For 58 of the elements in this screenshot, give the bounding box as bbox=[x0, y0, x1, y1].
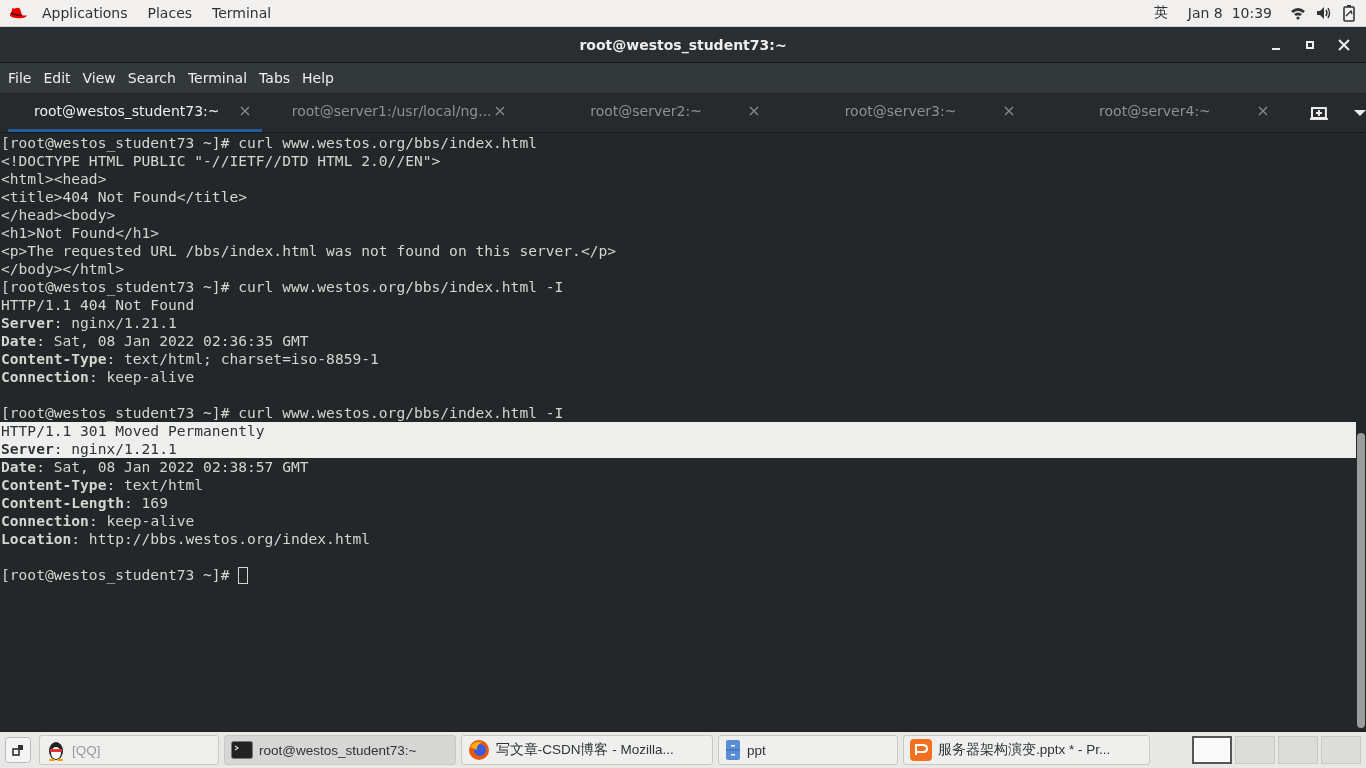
battery-icon[interactable] bbox=[1342, 4, 1356, 22]
top-menu[interactable]: Applications bbox=[32, 5, 138, 21]
text-cursor bbox=[238, 566, 249, 584]
maximize-icon[interactable] bbox=[1304, 39, 1316, 51]
taskbar-item[interactable]: 写文章-CSDN博客 - Mozilla... bbox=[460, 735, 714, 765]
terminal-line: <html><head> bbox=[0, 170, 108, 188]
terminal-line: [root@westos_student73 ~]# curl www.westos.org/bbs/index.html -I bbox=[0, 404, 565, 422]
terminal-line: </head><body> bbox=[0, 206, 117, 224]
menu-item[interactable]: Help bbox=[296, 70, 340, 86]
taskbar-item[interactable]: 服务器架构演变.pptx * - Pr... bbox=[903, 735, 1150, 765]
menu-item[interactable]: Search bbox=[121, 70, 182, 86]
window-title: root@westos_student73:~ bbox=[579, 36, 787, 53]
wifi-icon[interactable] bbox=[1290, 6, 1306, 20]
menu-item[interactable]: View bbox=[76, 70, 122, 86]
terminal-icon bbox=[231, 741, 253, 759]
terminal-line: Connection: keep-alive bbox=[0, 368, 196, 386]
top-menu[interactable]: Terminal bbox=[202, 5, 282, 21]
file-cabinet-icon bbox=[725, 739, 742, 761]
terminal-line: </body></html> bbox=[0, 260, 125, 278]
terminal-line: <h1>Not Found</h1> bbox=[0, 224, 161, 242]
menu-item[interactable]: Edit bbox=[37, 70, 77, 86]
terminal-line: Content-Type: text/html; charset=iso-8859-1 bbox=[0, 350, 380, 368]
terminal-line: Location: http://bbs.westos.org/index.html bbox=[0, 530, 372, 548]
menu-item[interactable]: Terminal bbox=[181, 70, 254, 86]
terminal-tab[interactable]: root@server1:/usr/local/ng... bbox=[262, 93, 517, 132]
penguin-icon bbox=[46, 739, 66, 761]
input-method-indicator[interactable]: 英 bbox=[1143, 4, 1178, 22]
menu-item[interactable]: Tabs bbox=[253, 70, 297, 86]
show-desktop-icon[interactable] bbox=[5, 737, 31, 763]
workspace-switcher[interactable] bbox=[1192, 736, 1232, 764]
terminal-line: <title>404 Not Found</title> bbox=[0, 188, 248, 206]
clock[interactable]: Jan 8 10:39 bbox=[1177, 5, 1282, 21]
terminal-line: HTTP/1.1 404 Not Found bbox=[0, 296, 196, 314]
taskbar-item[interactable]: root@westos_student73:~ bbox=[224, 735, 456, 765]
globe-fox-icon bbox=[467, 739, 490, 761]
terminal-line: [root@westos_student73 ~]# curl www.westos.org/bbs/index.html bbox=[0, 134, 538, 152]
volume-icon[interactable] bbox=[1316, 6, 1332, 20]
terminal-prompt: [root@westos_student73 ~]# bbox=[1, 566, 230, 584]
scrollbar-thumb[interactable] bbox=[1357, 433, 1365, 728]
terminal-line: Date: Sat, 08 Jan 2022 02:38:57 GMT bbox=[0, 458, 310, 476]
terminal-line: [root@westos_student73 ~]# curl www.westos.org/bbs/index.html -I bbox=[0, 278, 565, 296]
top-menu[interactable]: Places bbox=[137, 5, 203, 21]
terminal-line: Server: nginx/1.21.1 bbox=[0, 314, 178, 332]
terminal-line: Date: Sat, 08 Jan 2022 02:36:35 GMT bbox=[0, 332, 310, 350]
terminal-tab[interactable]: root@server2:~ bbox=[516, 93, 772, 132]
terminal-line: Content-Length: 169 bbox=[0, 494, 169, 512]
caret-icon[interactable] bbox=[1354, 108, 1366, 117]
menu-item[interactable]: File bbox=[2, 70, 38, 86]
terminal-line: <p>The requested URL /bbs/index.html was not found on this server.</p> bbox=[0, 242, 618, 260]
terminal-line: Content-Type: text/html bbox=[0, 476, 205, 494]
terminal-line: <!DOCTYPE HTML PUBLIC "-//IETF//DTD HTML 2.0//EN"> bbox=[0, 152, 442, 170]
presentation-app-icon bbox=[910, 739, 933, 761]
terminal-tab[interactable]: root@server3:~ bbox=[771, 93, 1026, 132]
taskbar-item[interactable]: ppt bbox=[718, 735, 899, 765]
hat-icon bbox=[8, 6, 28, 20]
terminal-tab[interactable]: root@server4:~ bbox=[1025, 93, 1281, 132]
terminal-line: Connection: keep-alive bbox=[0, 512, 196, 530]
new-tab-icon[interactable] bbox=[1310, 104, 1329, 121]
